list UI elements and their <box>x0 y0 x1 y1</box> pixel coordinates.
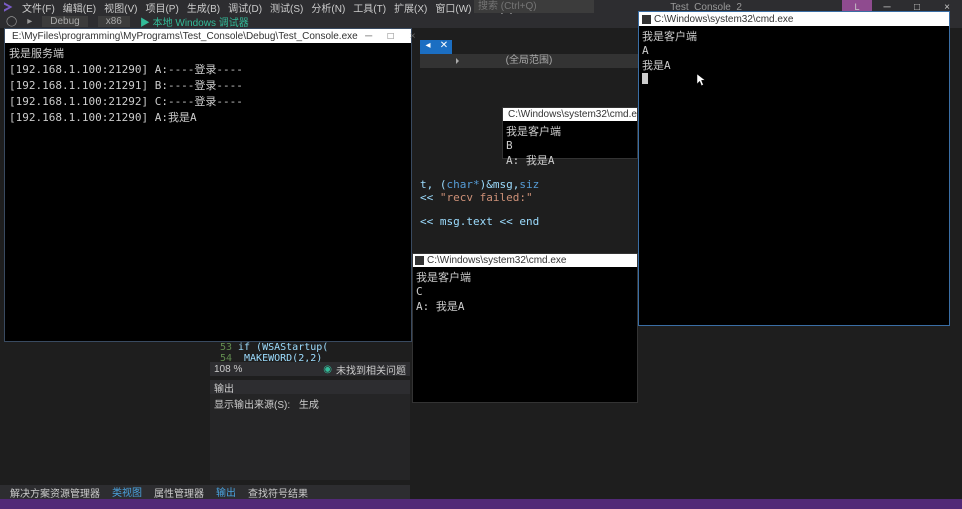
nav-fwd-icon[interactable]: ▸ <box>27 16 32 27</box>
client-c-body[interactable]: 我是客户端CA: 我是A <box>413 267 637 316</box>
tab-left-icon[interactable]: ◂ <box>420 40 436 54</box>
menu-tools[interactable]: 工具(T) <box>353 0 386 15</box>
tab-class-view[interactable]: 类视图 <box>106 484 148 500</box>
menu-analyze[interactable]: 分析(N) <box>311 0 345 15</box>
search-input[interactable] <box>474 0 594 13</box>
output-source-label: 显示输出来源(S): <box>214 400 290 411</box>
cursor-icon <box>642 73 648 84</box>
doc-tab-header: ◂ ✕ <box>420 40 452 54</box>
client-b-body[interactable]: 我是客户端BA: 我是A <box>503 121 637 170</box>
server-console-window[interactable]: E:\MyFiles\programming\MyPrograms\Test_C… <box>4 28 412 342</box>
nav-back-icon[interactable]: ◯ <box>6 16 17 27</box>
menu-window[interactable]: 窗口(W) <box>435 0 471 15</box>
client-a-titlebar[interactable]: C:\Windows\system32\cmd.exe <box>639 12 949 26</box>
editor-snippet[interactable]: t, (char*)&msg,siz<< "recv failed:"<< ms… <box>420 178 539 228</box>
config-select[interactable]: Debug <box>42 16 87 27</box>
menu-project[interactable]: 项目(P) <box>145 0 178 15</box>
platform-select[interactable]: x86 <box>98 16 130 27</box>
output-source-select[interactable]: 生成 <box>299 400 319 411</box>
server-console-title: E:\MyFiles\programming\MyPrograms\Test_C… <box>12 31 358 42</box>
tab-output[interactable]: 输出 <box>210 484 242 500</box>
server-min-button[interactable]: ─ <box>358 31 380 42</box>
bottom-tabs-right: 输出 查找符号结果 <box>210 485 410 499</box>
menu-file[interactable]: 文件(F) <box>22 0 55 15</box>
menu-edit[interactable]: 编辑(E) <box>63 0 96 15</box>
output-title: 输出 <box>210 380 410 394</box>
vs-statusbar <box>0 499 962 509</box>
server-console-titlebar[interactable]: E:\MyFiles\programming\MyPrograms\Test_C… <box>5 29 411 43</box>
status-message: 未找到相关问题 <box>336 362 406 377</box>
menu-extensions[interactable]: 扩展(X) <box>394 0 427 15</box>
console-icon <box>642 15 651 24</box>
client-b-titlebar[interactable]: C:\Windows\system32\cmd.exe <box>503 108 637 121</box>
tab-close-icon[interactable]: ✕ <box>436 40 452 54</box>
tab-solution-explorer[interactable]: 解决方案资源管理器 <box>4 485 106 500</box>
server-max-button[interactable]: □ <box>380 31 402 42</box>
tab-find-symbols[interactable]: 查找符号结果 <box>242 485 314 500</box>
line-number: 53 <box>210 342 232 353</box>
client-c-console[interactable]: C:\Windows\system32\cmd.exe 我是客户端CA: 我是A <box>412 253 638 403</box>
menu-view[interactable]: 视图(V) <box>104 0 137 15</box>
client-a-console[interactable]: C:\Windows\system32\cmd.exe 我是客户端A我是A <box>638 11 950 326</box>
ok-icon: ◉ <box>323 364 332 375</box>
zoom-level[interactable]: 108 % <box>214 364 242 375</box>
client-a-body[interactable]: 我是客户端A我是A <box>639 26 949 89</box>
menu-debug[interactable]: 调试(D) <box>228 0 262 15</box>
console-icon <box>415 256 424 265</box>
menu-test[interactable]: 测试(S) <box>270 0 303 15</box>
play-icon: ▶ <box>140 18 150 29</box>
run-button[interactable]: ▶ 本地 Windows 调试器 <box>140 14 249 29</box>
client-b-console[interactable]: C:\Windows\system32\cmd.exe 我是客户端BA: 我是A <box>502 107 638 159</box>
editor-statusline: 108 % ◉ 未找到相关问题 <box>210 362 410 376</box>
output-panel: 输出 显示输出来源(S): 生成 <box>210 380 410 480</box>
tab-property-manager[interactable]: 属性管理器 <box>148 485 210 500</box>
client-c-titlebar[interactable]: C:\Windows\system32\cmd.exe <box>413 254 637 267</box>
server-console-body[interactable]: 我是服务端[192.168.1.100:21290] A:----登录----[… <box>5 43 411 127</box>
menu-build[interactable]: 生成(B) <box>187 0 220 15</box>
scope-dropdown[interactable]: (全局范围) <box>420 54 638 68</box>
vs-logo-icon <box>4 1 16 13</box>
